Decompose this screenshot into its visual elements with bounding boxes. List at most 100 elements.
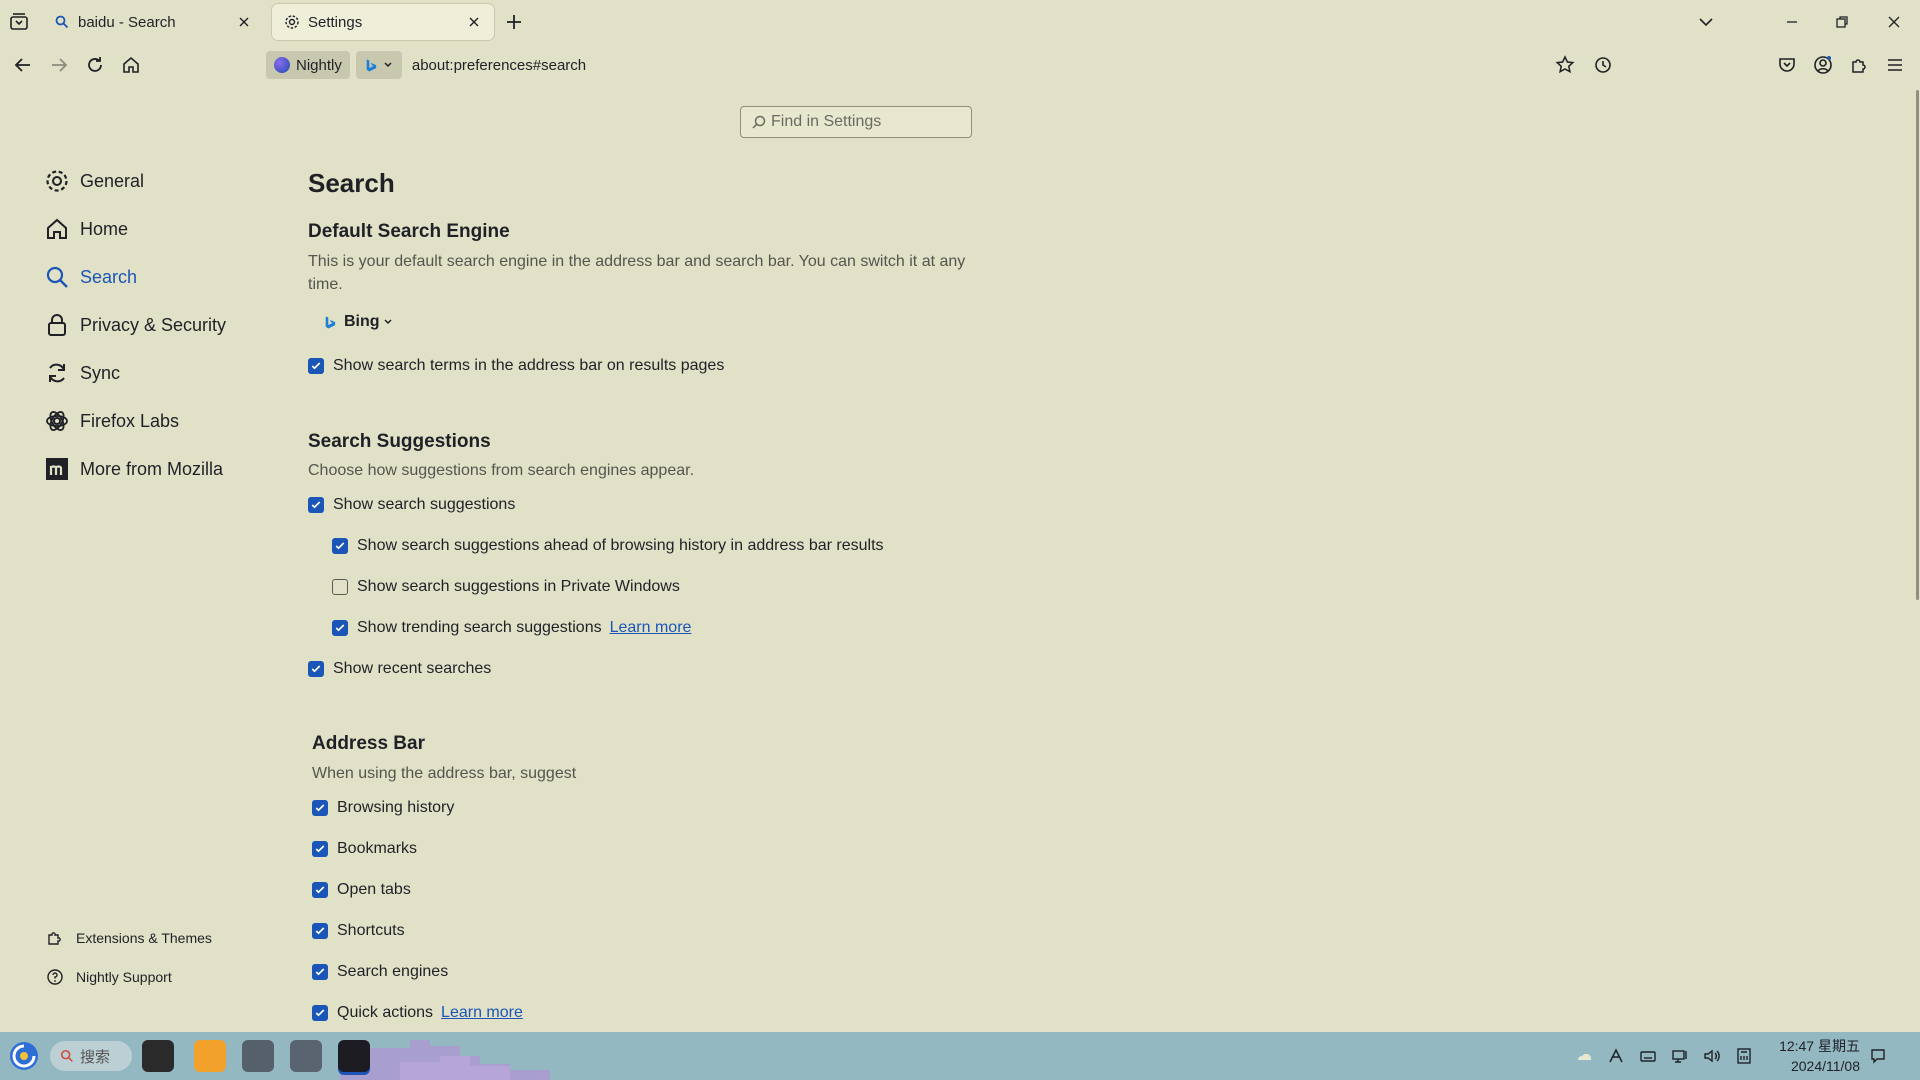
sidebar-item-label: More from Mozilla	[80, 458, 224, 479]
quick-actions-checkbox[interactable]	[312, 1005, 328, 1021]
trending-learn-more-link[interactable]: Learn more	[610, 619, 692, 637]
extensions-puzzle-icon[interactable]	[1848, 54, 1870, 76]
home-icon[interactable]	[120, 54, 142, 76]
gear-icon	[284, 14, 300, 30]
tab-list-icon[interactable]	[8, 11, 30, 33]
puzzle-icon	[46, 929, 76, 947]
address-bar-bookmarks-option[interactable]: Bookmarks	[312, 837, 417, 861]
bookmark-star-icon[interactable]	[1554, 54, 1576, 76]
content-scrollbar[interactable]	[1916, 90, 1919, 600]
tray-volume-icon[interactable]	[1702, 1046, 1722, 1066]
notification-icon[interactable]	[1868, 1046, 1888, 1066]
url-bar[interactable]: Nightly about:preferences#search	[266, 50, 1606, 80]
restore-icon[interactable]	[1832, 12, 1852, 32]
sidebar-item-sync[interactable]: Sync	[44, 356, 120, 390]
taskbar-app-multitasking-icon[interactable]	[142, 1040, 174, 1072]
checkbox-label: Show trending search suggestions	[357, 619, 602, 636]
sidebar-item-more-from-mozilla[interactable]: More from Mozilla	[44, 452, 223, 486]
reload-icon[interactable]	[84, 54, 106, 76]
address-bar-shortcuts-option[interactable]: Shortcuts	[312, 919, 405, 943]
checkbox-label: Show search terms in the address bar on …	[333, 357, 725, 374]
identity-label: Nightly	[296, 56, 342, 74]
hamburger-menu-icon[interactable]	[1884, 54, 1906, 76]
taskbar-search[interactable]: 搜索	[50, 1041, 132, 1071]
close-icon[interactable]	[466, 14, 482, 30]
taskbar-app-file-manager-icon[interactable]	[194, 1040, 226, 1072]
forward-icon[interactable]	[48, 54, 70, 76]
back-icon[interactable]	[12, 54, 34, 76]
trending-suggestions-checkbox[interactable]	[332, 620, 348, 636]
bing-icon	[324, 315, 344, 330]
sidebar-item-privacy-security[interactable]: Privacy & Security	[44, 308, 226, 342]
checkbox-label: Open tabs	[337, 881, 411, 898]
taskbar-app-settings-icon[interactable]	[242, 1040, 274, 1072]
start-menu-icon[interactable]	[8, 1040, 40, 1072]
quick-actions-learn-more-link[interactable]: Learn more	[441, 1004, 523, 1022]
sidebar-footer-nightly-support[interactable]: Nightly Support	[46, 968, 172, 986]
history-clock-icon[interactable]	[1592, 54, 1614, 76]
list-all-tabs-icon[interactable]	[1696, 12, 1716, 32]
show-search-terms-option[interactable]: Show search terms in the address bar on …	[308, 354, 724, 378]
suggestions-ahead-of-history-checkbox[interactable]	[332, 538, 348, 554]
close-icon[interactable]	[236, 14, 252, 30]
tray-calculator-icon[interactable]	[1734, 1046, 1754, 1066]
find-in-settings-input[interactable]	[771, 113, 961, 131]
checkbox-label: Show recent searches	[333, 660, 492, 677]
default-search-engine-heading: Default Search Engine	[308, 221, 510, 242]
tray-weather-icon[interactable]	[1574, 1046, 1594, 1066]
shortcuts-checkbox[interactable]	[312, 923, 328, 939]
minimize-icon[interactable]	[1782, 12, 1802, 32]
address-bar-quick-actions-option[interactable]: Quick actions Learn more	[312, 1001, 523, 1025]
browsing-history-checkbox[interactable]	[312, 800, 328, 816]
open-tabs-checkbox[interactable]	[312, 882, 328, 898]
suggestions-private-windows-checkbox[interactable]	[332, 579, 348, 595]
sidebar-item-label: Search	[80, 266, 138, 287]
search-engines-checkbox[interactable]	[312, 964, 328, 980]
new-tab-button[interactable]	[504, 12, 524, 32]
tray-network-icon[interactable]	[1670, 1046, 1690, 1066]
taskbar-app-terminal-icon[interactable]	[338, 1040, 370, 1072]
address-bar-open-tabs-option[interactable]: Open tabs	[312, 878, 411, 902]
find-in-settings[interactable]	[740, 106, 972, 138]
search-suggestions-description: Choose how suggestions from search engin…	[308, 462, 695, 479]
sidebar-item-search[interactable]: Search	[44, 260, 137, 294]
tray-keyboard-icon[interactable]	[1638, 1046, 1658, 1066]
default-engine-select[interactable]: Bing	[324, 310, 401, 334]
search-engine-switcher[interactable]	[355, 51, 402, 79]
suggestions-ahead-of-history-option[interactable]: Show search suggestions ahead of browsin…	[332, 534, 884, 558]
checkbox-label: Shortcuts	[337, 922, 405, 939]
taskbar-clock[interactable]: 12:47 星期五 2024/11/08	[1768, 1036, 1860, 1076]
tray-input-icon[interactable]	[1606, 1046, 1626, 1066]
checkbox-label: Search engines	[337, 963, 449, 980]
checkbox-label: Bookmarks	[337, 840, 418, 857]
recent-searches-checkbox[interactable]	[308, 661, 324, 677]
address-bar-browsing-history-option[interactable]: Browsing history	[312, 796, 454, 820]
account-icon[interactable]	[1812, 54, 1834, 76]
show-search-terms-checkbox[interactable]	[308, 358, 324, 374]
taskbar: 搜索 12:47 星期五 2024/11/08	[0, 1032, 1920, 1080]
url-text[interactable]: about:preferences#search	[412, 57, 586, 74]
show-search-suggestions-checkbox[interactable]	[308, 497, 324, 513]
sidebar-footer-extensions-themes[interactable]: Extensions & Themes	[46, 929, 212, 947]
close-window-icon[interactable]	[1884, 12, 1904, 32]
pocket-icon[interactable]	[1776, 54, 1798, 76]
sidebar-item-firefox-labs[interactable]: Firefox Labs	[44, 404, 179, 438]
tab-baidu-search[interactable]: baidu - Search	[42, 4, 264, 40]
suggestions-private-windows-option[interactable]: Show search suggestions in Private Windo…	[332, 575, 680, 599]
sidebar-item-general[interactable]: General	[44, 164, 144, 198]
sync-icon	[44, 360, 80, 386]
address-bar-search-engines-option[interactable]: Search engines	[312, 960, 448, 984]
sidebar-item-label: Home	[80, 218, 129, 239]
taskbar-app-control-center-icon[interactable]	[290, 1040, 322, 1072]
tab-settings[interactable]: Settings	[272, 4, 494, 40]
sidebar-item-home[interactable]: Home	[44, 212, 128, 246]
identity-badge[interactable]: Nightly	[266, 51, 350, 79]
bookmarks-checkbox[interactable]	[312, 841, 328, 857]
sidebar-item-label: Privacy & Security	[80, 314, 227, 335]
show-search-suggestions-option[interactable]: Show search suggestions	[308, 493, 515, 517]
trending-suggestions-option[interactable]: Show trending search suggestions Learn m…	[332, 616, 691, 640]
sidebar-item-label: Sync	[80, 362, 121, 383]
clock-time: 12:47 星期五	[1779, 1038, 1860, 1054]
recent-searches-option[interactable]: Show recent searches	[308, 657, 491, 681]
checkbox-label: Browsing history	[337, 799, 455, 816]
